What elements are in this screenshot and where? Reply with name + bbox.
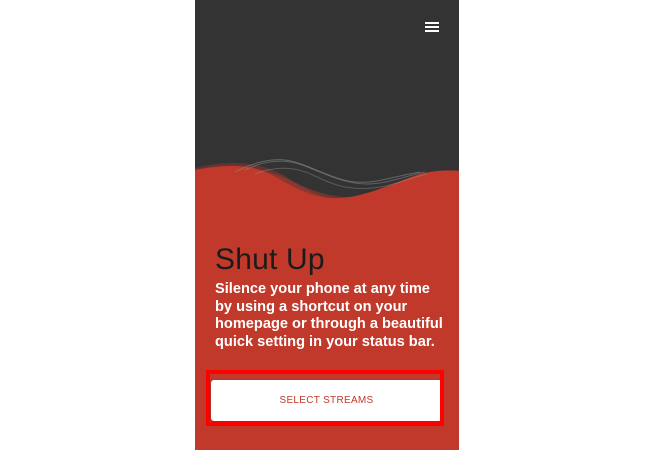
menu-line (425, 22, 439, 24)
menu-line (425, 30, 439, 32)
select-streams-button[interactable]: SELECT STREAMS (211, 380, 442, 421)
app-title: Shut Up (215, 243, 325, 276)
menu-line (425, 26, 439, 28)
hamburger-menu-icon[interactable] (425, 20, 439, 34)
app-description: Silence your phone at any time by using … (215, 281, 443, 350)
app-screen: Shut Up Silence your phone at any time b… (195, 0, 459, 450)
